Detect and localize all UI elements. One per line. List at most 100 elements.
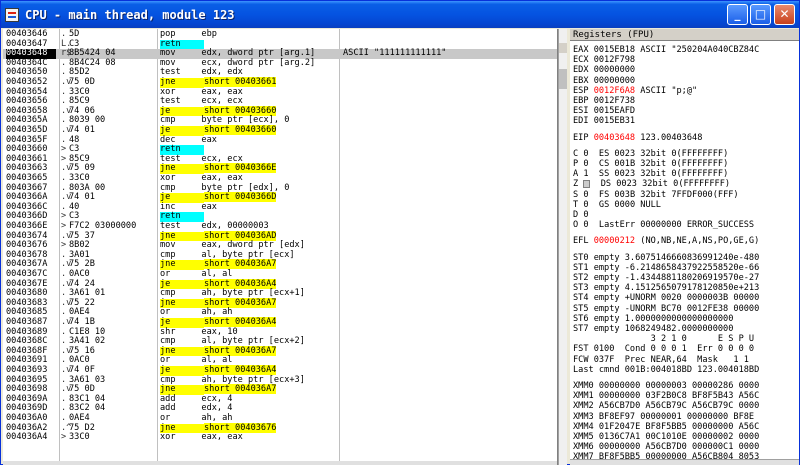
flag-row[interactable]: D 0 [573,210,589,220]
maximize-button[interactable]: □ [750,4,771,25]
disasm-row[interactable]: 0040365D .v 74 01 je short 00403660 [3,125,557,136]
fpu-row[interactable]: ST6 empty 1.0000000000000000000 [573,314,733,324]
hex-dump-cell: 74 01 [69,192,95,203]
fpu-register: ST1 empty -6.2148658437922558520e-66 [573,262,760,273]
last-cmnd: Last cmnd 001B:004018BD 123.004018BD [573,364,760,375]
register-value: 0015EAFD [593,106,636,117]
flag-row[interactable]: Z DS 0023 32bit 0(FFFFFFFF) [573,179,730,189]
fpu-row[interactable]: ST7 empty 1068249482.0000000000 [573,324,733,334]
mnemonic: dec [160,134,202,145]
fcw-value: FCW 037F Prec NEAR,64 Mask 1 1 [573,354,749,365]
register-row[interactable]: ESP 0012F6A8 ASCII "p;@" [573,86,697,96]
fpu-status-header-row[interactable]: 3 2 1 0 E S P U [573,334,755,345]
disasm-row[interactable]: 0040365F. 48 dec eax [3,134,557,146]
xmm-row[interactable]: XMM1 00000000 03F2B0C8 BF8F5B43 A56C [573,391,759,401]
disassembly-pane[interactable]: 00403646. 5D pop ebp 00403647 L. C3 retn 00403… [3,29,558,465]
operand: eax, eax [201,86,243,97]
xmm-row[interactable]: XMM3 BF8EF97 00000001 00000000 BF8E [573,412,754,422]
register-name: EDX [573,65,594,76]
title-bar[interactable]: CPU - main thread, module 123 _ □ ✕ [1,1,799,28]
xmm-register: XMM0 00000000 00000003 00000286 0000 [573,381,760,391]
disasm-row[interactable]: 0040366A .v 74 01 je short 0040366D [3,192,557,203]
operand: eax, eax [201,173,243,183]
register-name: EBX [573,75,594,86]
minimize-button[interactable]: _ [727,4,748,25]
xmm-row[interactable]: XMM4 01F2047E BF8F5BB5 00000000 A56C [573,422,759,432]
fpu-row[interactable]: ST2 empty -1.4344881180206919570e-27 [573,273,759,283]
xmm-register: XMM4 01F2047E BF8F5BB5 00000000 A56C [573,421,760,432]
flag-row[interactable]: C 0 ES 0023 32bit 0(FFFFFFFF) [573,149,728,159]
register-row[interactable]: ESI 0015EAFD [573,106,635,116]
fpu-register: ST5 empty -UNORM BC70 0012FE38 00000 [573,303,760,314]
flag-name: A [573,169,584,180]
fst-row[interactable]: FST 0100 Cond 0 0 0 1 Err 0 0 0 0 [573,344,754,354]
register-row[interactable]: EDI 0015EB31 [573,116,635,126]
mnemonic: cmp [160,374,202,385]
fpu-status-header: 3 2 1 0 E S P U [573,334,755,345]
fpu-row[interactable]: ST3 empty 4.1512565079178120850e+213 [573,283,759,293]
disasm-row[interactable]: 004036A4 >33C0 xor eax, eax [3,432,557,443]
register-value: 0015EB18 [593,45,636,55]
disasm-row[interactable]: 0040366C. 40 inc eax [3,201,557,213]
fpu-row[interactable]: ST0 empty 3.6075146660836991240e-480 [573,253,759,263]
operand: al, al [201,355,233,366]
flag-name: P [573,159,584,169]
operand: short 004036AD [204,230,277,241]
segment-info: LastErr 00000000 ERROR_SUCCESS [588,220,755,231]
xmm-register: XMM5 0136C7A1 00C1010E 00000002 0000 [573,432,760,442]
hex-dump-cell: 74 01 [69,125,95,135]
segment-info: CS 001B 32bit 0(FFFFFFFF) [588,159,729,169]
vertical-scrollbar[interactable] [558,29,567,465]
flag-row[interactable]: S 0 FS 003B 32bit 7FFDF000(FFF) [573,190,739,200]
scroll-up-button[interactable] [559,43,567,53]
register-row[interactable]: EBX 00000000 [573,76,635,86]
flag-row[interactable]: P 0 CS 001B 32bit 0(FFFFFFFF) [573,159,728,169]
mnemonic: xor [160,86,202,97]
operand: short 0040366D [204,192,277,203]
eip-row[interactable]: EIP 00403648 123.00403648 [573,133,702,143]
fpu-row[interactable]: ST5 empty -UNORM BC70 0012FE38 00000 [573,304,759,314]
xmm-register: XMM3 BF8EF97 00000001 00000000 BF8E [573,411,755,422]
mnemonic: cmp [160,336,202,347]
registers-header[interactable]: Registers (FPU) [570,29,799,41]
register-row[interactable]: EDX 00000000 [573,65,635,75]
fcw-row[interactable]: FCW 037F Prec NEAR,64 Mask 1 1 [573,355,749,365]
segment-info: SS 0023 32bit 0(FFFFFFFF) [588,169,729,180]
flag-row[interactable]: A 1 SS 0023 32bit 0(FFFFFFFF) [573,169,728,179]
xmm-row[interactable]: XMM5 0136C7A1 00C1010E 00000002 0000 [573,432,759,442]
register-value: 00000000 [593,75,636,86]
scroll-thumb[interactable] [559,69,567,89]
operand: edx, dword ptr [arg.1] [201,48,316,59]
xmm-row[interactable]: XMM0 00000000 00000003 00000286 0000 [573,381,759,391]
mnemonic: add [160,403,202,414]
xmm-row[interactable]: XMM6 00000000 A56CB7D0 000000C1 0000 [573,442,759,452]
operand: short 004036A7 [204,384,277,395]
register-row[interactable]: EBP 0012F738 [573,96,635,106]
jump-marker: > [61,432,67,443]
disasm-row[interactable]: 00403646. 5D pop ebp [3,29,557,40]
efl-row[interactable]: EFL 00000212 (NO,NB,NE,A,NS,PO,GE,G) [573,236,759,246]
flag-row[interactable]: T 0 GS 0000 NULL [573,200,661,210]
register-name: EFL [573,236,594,247]
fpu-row[interactable]: ST4 empty +UNORM 0020 0000003B 00000 [573,293,759,303]
close-button[interactable]: ✕ [774,4,795,25]
horizontal-scrollbar[interactable] [3,461,557,465]
mnemonic: pop [160,29,202,39]
operand: edx, edx [201,67,243,78]
mnemonic: or [160,355,202,366]
mnemonic: or [160,307,202,318]
register-row[interactable]: EAX 0015EB18 ASCII "250204A040CBZ84C [573,45,759,55]
flag-row[interactable]: O 0 LastErr 00000000 ERROR_SUCCESS [573,220,754,230]
register-row[interactable]: ECX 0012F798 [573,55,635,65]
mnemonic: mov [160,240,202,251]
last-cmnd-row[interactable]: Last cmnd 001B:004018BD 123.004018BD [573,365,759,375]
mnemonic: inc [160,201,202,212]
register-name: ECX [573,55,594,66]
xmm-row[interactable]: XMM2 A56CB7D0 A56CB79C A56CB79C 0000 [573,401,759,411]
fpu-row[interactable]: ST1 empty -6.2148658437922558520e-66 [573,263,759,273]
flag-bit: 0 [583,210,589,220]
registers-pane[interactable]: Registers (FPU) EAX 0015EB18 ASCII "2502… [570,29,799,465]
mnemonic: test [160,153,202,164]
register-comment: 123.00403648 [635,132,703,143]
registers-scrollbar[interactable] [570,459,799,465]
